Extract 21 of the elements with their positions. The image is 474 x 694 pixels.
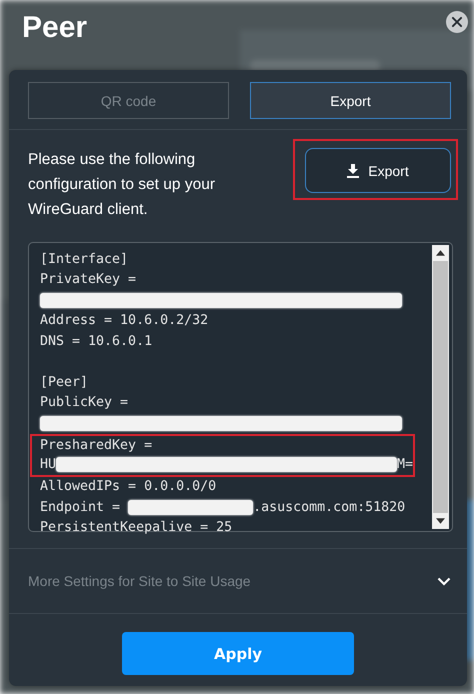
config-text: PublicKey =: [40, 395, 128, 410]
export-button[interactable]: Export: [305, 148, 451, 193]
config-text: Address = 10.6.0.2/32: [40, 313, 208, 328]
scroll-down-icon[interactable]: [436, 518, 445, 524]
config-text: PrivateKey =: [40, 272, 136, 288]
config-text: HU: [40, 457, 56, 472]
instruction-text: Please use the following configuration to set up your WireGuard client.: [28, 150, 216, 220]
config-text: M=: [396, 457, 413, 472]
dialog-title: Peer: [22, 10, 88, 46]
config-text-area[interactable]: [Interface] PrivateKey = Address = 10.6.0.2/32 DNS = 10.6.0.1 [Peer] PublicKey = PresharedKey = HU M= AllowedIPs = 0.0.0.0/0 Endpoint = .asuscomm.com:51820 PersistentKeepalive = 25: [28, 242, 453, 532]
config-text: AllowedIPs = 0.0.0.0/0: [40, 479, 216, 494]
config-text: PresharedKey =: [40, 438, 152, 453]
scrollbar[interactable]: [432, 245, 449, 529]
config-text: .asuscomm.com:51820: [253, 500, 406, 515]
config-text: Endpoint =: [40, 500, 122, 515]
scroll-up-icon[interactable]: [436, 250, 445, 256]
config-text: [Peer]: [40, 374, 88, 390]
config-text: [Interface]: [40, 252, 128, 267]
tab[interactable]: Export: [250, 82, 451, 119]
download-icon: [347, 164, 360, 178]
config-text: DNS = 10.6.0.1: [40, 334, 152, 349]
